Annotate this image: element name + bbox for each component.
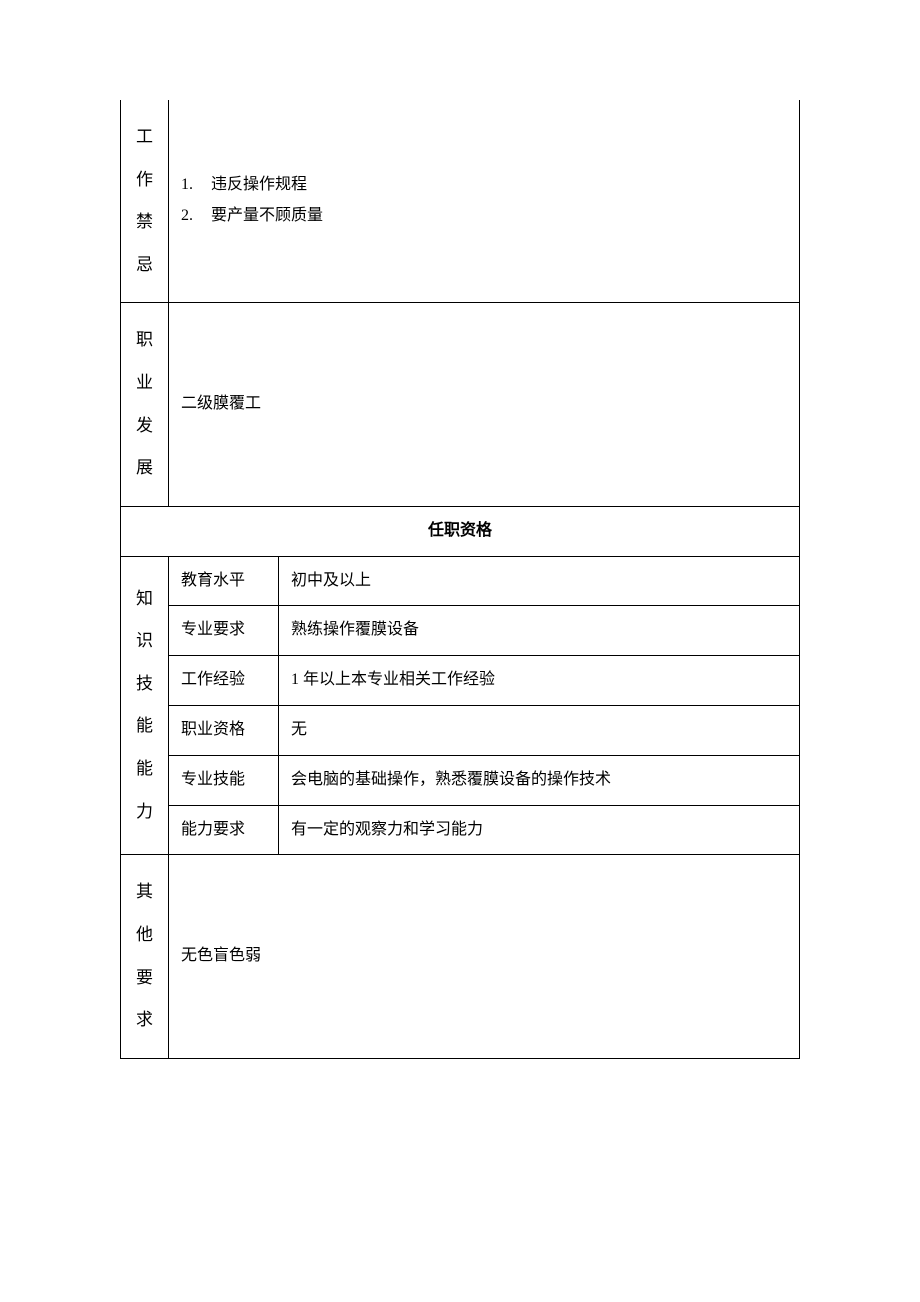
- label-char: 忌: [133, 250, 156, 281]
- qualification-header-row: 任职资格: [121, 506, 800, 556]
- knowledge-row-skills: 专业技能 会电脑的基础操作，熟悉覆膜设备的操作技术: [121, 755, 800, 805]
- knowledge-row-ability: 能力要求 有一定的观察力和学习能力: [121, 805, 800, 855]
- knowledge-row-professional: 专业要求 熟练操作覆膜设备: [121, 606, 800, 656]
- experience-label: 工作经验: [169, 656, 279, 706]
- label-char: 力: [133, 797, 156, 828]
- career-development-label: 职 业 发 展: [121, 303, 169, 506]
- list-text: 违反操作规程: [211, 171, 307, 200]
- professional-value: 熟练操作覆膜设备: [279, 606, 800, 656]
- knowledge-row-qualification: 职业资格 无: [121, 705, 800, 755]
- label-char: 能: [133, 754, 156, 785]
- skills-label: 专业技能: [169, 755, 279, 805]
- career-development-content: 二级膜覆工: [169, 303, 800, 506]
- qualification-header-text: 任职资格: [428, 522, 492, 539]
- education-label: 教育水平: [169, 556, 279, 606]
- qualification-header: 任职资格: [121, 506, 800, 556]
- label-char: 能: [133, 711, 156, 742]
- label-char: 职: [133, 325, 156, 356]
- skills-value: 会电脑的基础操作，熟悉覆膜设备的操作技术: [279, 755, 800, 805]
- list-number: 2.: [181, 202, 211, 231]
- qualification-value: 无: [279, 705, 800, 755]
- label-char: 知: [133, 584, 156, 615]
- work-prohibitions-label: 工 作 禁 忌: [121, 100, 169, 303]
- label-char: 识: [133, 626, 156, 657]
- label-char: 工: [133, 122, 156, 153]
- professional-label: 专业要求: [169, 606, 279, 656]
- list-item: 1. 违反操作规程: [181, 171, 787, 200]
- work-prohibitions-content: 1. 违反操作规程 2. 要产量不顾质量: [169, 100, 800, 303]
- label-char: 他: [133, 920, 156, 951]
- knowledge-row-education: 知 识 技 能 能 力 教育水平 初中及以上: [121, 556, 800, 606]
- label-char: 业: [133, 368, 156, 399]
- label-char: 禁: [133, 207, 156, 238]
- job-description-table: 工 作 禁 忌 1. 违反操作规程 2. 要产量不顾质量 职 业 发 展 二级膜…: [120, 100, 800, 1059]
- list-item: 2. 要产量不顾质量: [181, 202, 787, 231]
- knowledge-row-experience: 工作经验 1 年以上本专业相关工作经验: [121, 656, 800, 706]
- other-requirements-content: 无色盲色弱: [169, 855, 800, 1058]
- knowledge-skills-label: 知 识 技 能 能 力: [121, 556, 169, 855]
- other-requirements-row: 其 他 要 求 无色盲色弱: [121, 855, 800, 1058]
- ability-value: 有一定的观察力和学习能力: [279, 805, 800, 855]
- education-value: 初中及以上: [279, 556, 800, 606]
- list-number: 1.: [181, 171, 211, 200]
- experience-value: 1 年以上本专业相关工作经验: [279, 656, 800, 706]
- label-char: 作: [133, 165, 156, 196]
- ability-label: 能力要求: [169, 805, 279, 855]
- label-char: 要: [133, 963, 156, 994]
- label-char: 其: [133, 877, 156, 908]
- label-char: 求: [133, 1005, 156, 1036]
- list-text: 要产量不顾质量: [211, 202, 323, 231]
- work-prohibitions-row: 工 作 禁 忌 1. 违反操作规程 2. 要产量不顾质量: [121, 100, 800, 303]
- career-development-row: 职 业 发 展 二级膜覆工: [121, 303, 800, 506]
- other-requirements-label: 其 他 要 求: [121, 855, 169, 1058]
- other-requirements-text: 无色盲色弱: [181, 947, 261, 964]
- qualification-label: 职业资格: [169, 705, 279, 755]
- label-char: 发: [133, 411, 156, 442]
- label-char: 技: [133, 669, 156, 700]
- career-development-text: 二级膜覆工: [181, 395, 261, 412]
- label-char: 展: [133, 453, 156, 484]
